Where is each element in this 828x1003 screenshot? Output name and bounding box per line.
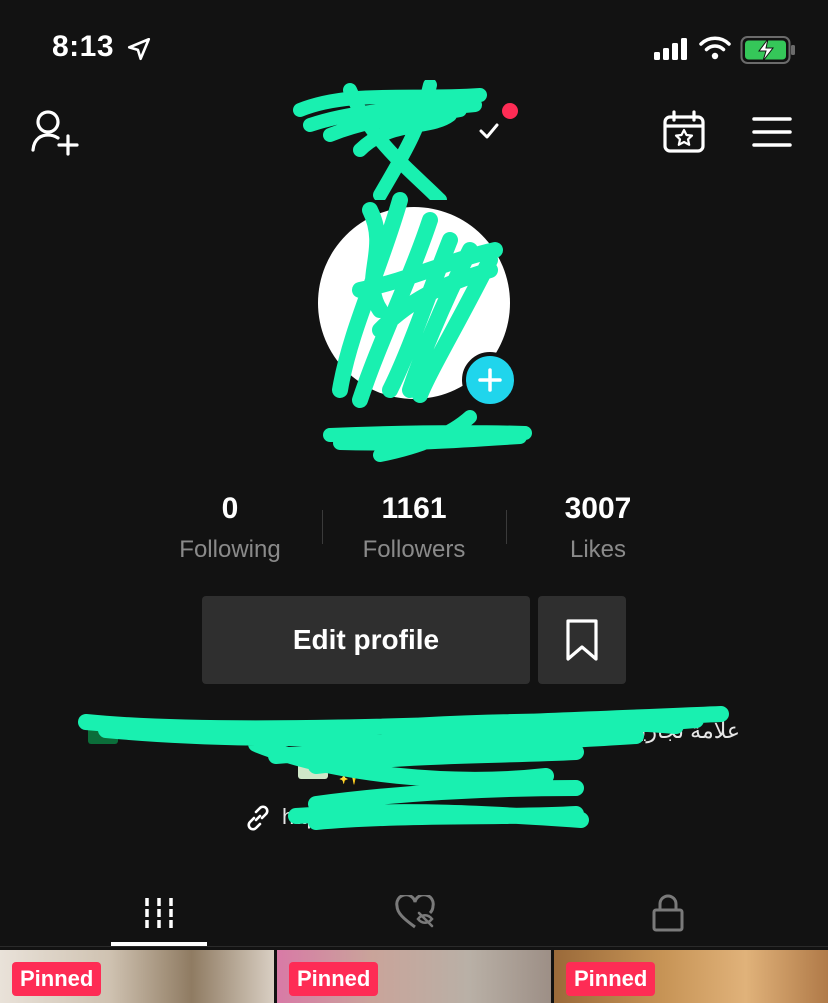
wifi-icon: [699, 36, 731, 60]
video-thumbnail[interactable]: Pinned: [277, 950, 551, 1003]
stat-divider: [506, 510, 507, 544]
stat-following[interactable]: 0 Following: [150, 492, 310, 564]
cellular-signal-icon: [654, 38, 687, 60]
redaction-scribble: [293, 80, 487, 200]
checkmark-icon: [479, 123, 499, 139]
redaction-scribble: [323, 410, 532, 462]
add-friend-icon[interactable]: [30, 108, 82, 156]
stat-following-label: Following: [179, 536, 281, 563]
lock-icon: [652, 894, 684, 932]
video-thumbnail[interactable]: Pinned: [554, 950, 828, 1003]
stat-likes-value: 3007: [564, 492, 632, 525]
add-avatar-button[interactable]: [462, 352, 518, 408]
pinned-badge: Pinned: [12, 962, 102, 996]
pinned-badge: Pinned: [566, 962, 656, 996]
calendar-star-icon[interactable]: [662, 110, 706, 154]
stat-following-value: 0: [221, 492, 239, 525]
plus-icon: [478, 368, 502, 392]
stat-divider: [322, 510, 323, 544]
tab-private[interactable]: [620, 880, 716, 946]
favorites-button[interactable]: [538, 596, 626, 684]
stat-followers-label: Followers: [362, 536, 466, 563]
edit-profile-button[interactable]: Edit profile: [202, 596, 530, 684]
grid-icon: [145, 898, 173, 928]
hamburger-menu-icon[interactable]: [752, 116, 792, 148]
stat-followers-value: 1161: [381, 492, 447, 525]
redaction-scribble: [78, 706, 729, 830]
liked-hidden-icon: [395, 895, 435, 929]
status-time: 8:13: [52, 30, 115, 63]
bookmark-icon: [566, 619, 598, 661]
stat-likes-label: Likes: [569, 536, 627, 563]
stat-likes[interactable]: 3007 Likes: [518, 492, 678, 564]
notification-dot: [502, 103, 518, 119]
pinned-badge: Pinned: [289, 962, 379, 996]
location-arrow-icon: [127, 37, 151, 61]
battery-charging-icon: [740, 36, 795, 64]
video-thumbnail[interactable]: Pinned: [0, 950, 274, 1003]
stat-followers[interactable]: 1161 Followers: [334, 492, 494, 564]
tab-videos[interactable]: [111, 880, 207, 946]
tabs-divider: [0, 946, 828, 947]
tab-liked[interactable]: [367, 880, 463, 946]
